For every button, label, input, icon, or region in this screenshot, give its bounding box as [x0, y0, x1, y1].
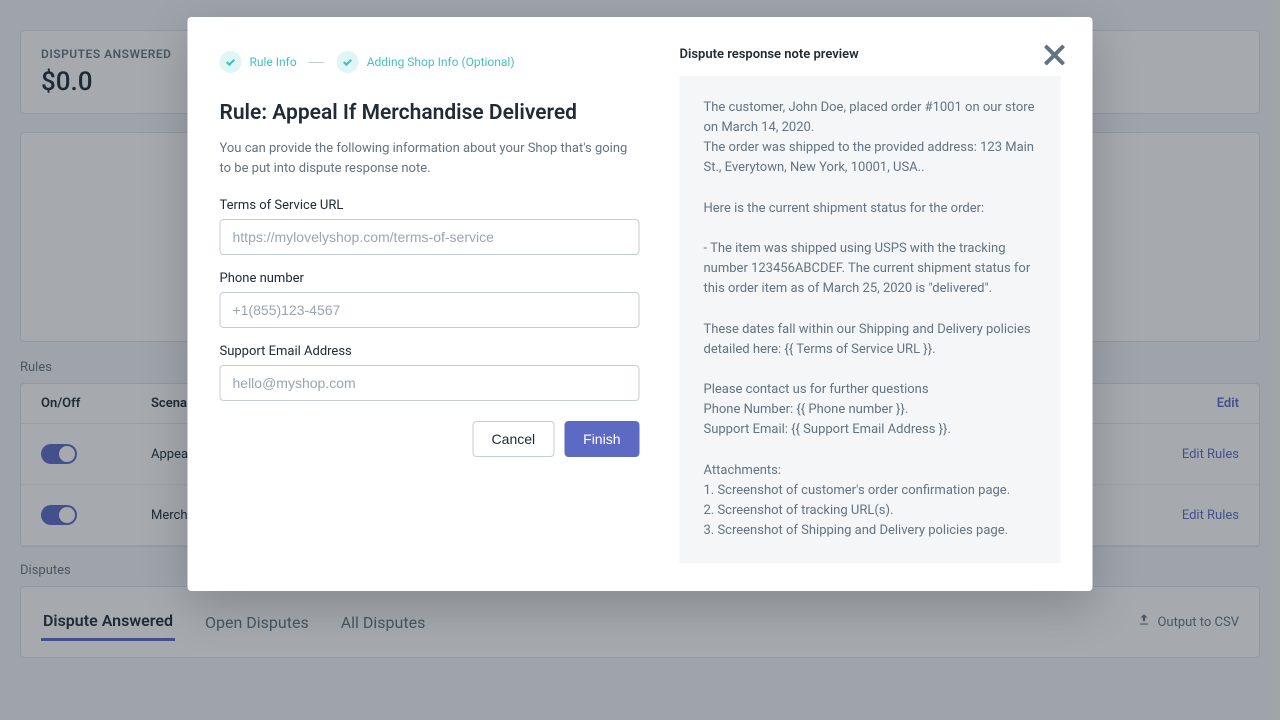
tos-label: Terms of Service URL: [220, 198, 640, 213]
phone-label: Phone number: [220, 271, 640, 286]
phone-input[interactable]: [220, 292, 640, 328]
close-icon[interactable]: [1039, 39, 1071, 71]
step-indicator: Rule Info Adding Shop Info (Optional): [220, 51, 640, 73]
step-2: Adding Shop Info (Optional): [337, 51, 515, 73]
step-2-label: Adding Shop Info (Optional): [367, 55, 515, 69]
modal-right-pane: Dispute response note preview The custom…: [680, 39, 1061, 563]
check-icon: [337, 51, 359, 73]
modal-subtitle: You can provide the following informatio…: [220, 139, 640, 178]
check-icon: [220, 51, 242, 73]
cancel-button[interactable]: Cancel: [473, 421, 555, 457]
email-input[interactable]: [220, 365, 640, 401]
finish-button[interactable]: Finish: [564, 421, 639, 457]
rule-modal: Rule Info Adding Shop Info (Optional) Ru…: [188, 17, 1093, 591]
step-separator: [309, 62, 325, 63]
preview-heading: Dispute response note preview: [680, 47, 1061, 62]
button-row: Cancel Finish: [220, 421, 640, 457]
email-label: Support Email Address: [220, 344, 640, 359]
step-1-label: Rule Info: [250, 55, 297, 69]
modal-title: Rule: Appeal If Merchandise Delivered: [220, 101, 640, 125]
preview-body: The customer, John Doe, placed order #10…: [680, 76, 1061, 563]
step-1: Rule Info: [220, 51, 297, 73]
modal-left-pane: Rule Info Adding Shop Info (Optional) Ru…: [220, 39, 640, 563]
tos-input[interactable]: [220, 219, 640, 255]
